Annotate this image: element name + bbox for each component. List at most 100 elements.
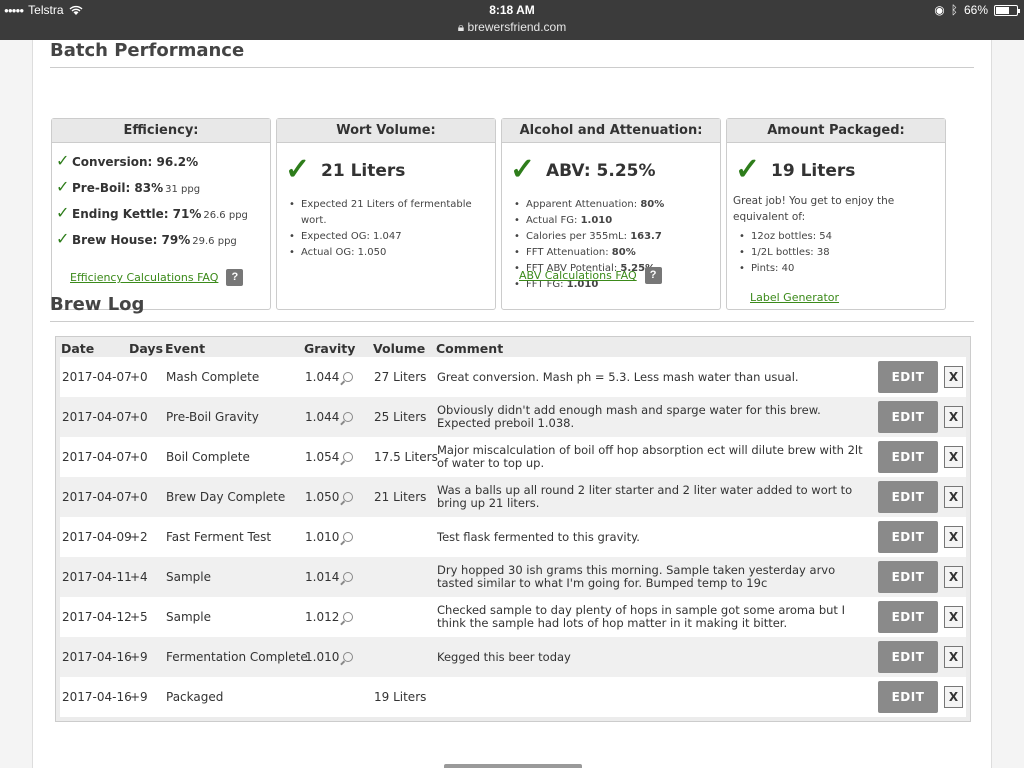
- delete-button[interactable]: X: [944, 686, 963, 708]
- edit-button[interactable]: EDIT: [878, 361, 938, 393]
- date-cell: 2017-04-07: [62, 370, 132, 384]
- help-icon[interactable]: ?: [226, 269, 244, 286]
- efficiency-header: Efficiency:: [52, 119, 270, 143]
- edit-button[interactable]: EDIT: [878, 481, 938, 513]
- gravity-cell: 1.012: [305, 597, 354, 637]
- delete-button[interactable]: X: [944, 366, 963, 388]
- abv-faq: ABV Calculations FAQ ?: [519, 267, 662, 284]
- delete-button[interactable]: X: [944, 606, 963, 628]
- list-item: Apparent Attenuation: 80%: [512, 197, 714, 213]
- edit-button[interactable]: EDIT: [878, 601, 938, 633]
- edit-button[interactable]: EDIT: [878, 521, 938, 553]
- item-label: Actual FG:: [526, 215, 581, 226]
- event-cell: Fermentation Complete: [166, 650, 308, 664]
- column-header-date: Date: [61, 341, 95, 356]
- list-item: Expected OG: 1.047: [287, 229, 489, 245]
- delete-button[interactable]: X: [944, 406, 963, 428]
- volume-cell: 21 Liters: [374, 490, 427, 504]
- delete-button[interactable]: X: [944, 646, 963, 668]
- search-icon[interactable]: [343, 492, 354, 502]
- list-item: FFT Attenuation: 80%: [512, 245, 714, 261]
- event-cell: Boil Complete: [166, 450, 250, 464]
- wort-volume-card: Wort Volume: ✓ 21 Liters Expected 21 Lit…: [276, 118, 496, 310]
- comment-cell: Test flask fermented to this gravity.: [437, 529, 640, 544]
- bluetooth-icon: ᛒ: [950, 3, 958, 17]
- event-cell: Sample: [166, 570, 211, 584]
- table-row: 2017-04-16 +9 Fermentation Complete 1.010 Ke…: [60, 637, 966, 677]
- table-row: 2017-04-07 +0 Brew Day Complete 1.050 21 Lit…: [60, 477, 966, 517]
- comment-cell: Checked sample to day plenty of hops in …: [437, 603, 845, 630]
- gravity-cell: 1.014: [305, 557, 354, 597]
- days-cell: +0: [130, 370, 148, 384]
- label-generator-link[interactable]: Label Generator: [750, 291, 839, 304]
- gravity-value: 1.044: [305, 370, 340, 384]
- gravity-cell: 1.050: [305, 477, 354, 517]
- days-cell: +9: [130, 650, 148, 664]
- days-cell: +0: [130, 490, 148, 504]
- edit-button[interactable]: EDIT: [878, 441, 938, 473]
- comment-cell: Dry hopped 30 ish grams this morning. Sa…: [437, 563, 836, 590]
- search-icon[interactable]: [343, 532, 354, 542]
- wort-volume-value: 21 Liters: [321, 161, 406, 181]
- url-text: brewersfriend.com: [467, 20, 567, 34]
- item-value: 1.010: [580, 215, 613, 226]
- days-cell: +2: [130, 530, 148, 544]
- efficiency-label: Brew House: 79%: [72, 233, 191, 247]
- alcohol-header: Alcohol and Attenuation:: [502, 119, 720, 143]
- delete-button[interactable]: X: [944, 526, 963, 548]
- packaged-header: Amount Packaged:: [727, 119, 945, 143]
- event-cell: Packaged: [166, 690, 224, 704]
- list-item: 1/2L bottles: 38: [737, 245, 939, 261]
- edit-button[interactable]: EDIT: [878, 681, 938, 713]
- search-icon[interactable]: [343, 412, 354, 422]
- comment-cell: Kegged this beer today: [437, 649, 571, 664]
- search-icon[interactable]: [343, 612, 354, 622]
- delete-button[interactable]: X: [944, 486, 963, 508]
- search-icon[interactable]: [343, 652, 354, 662]
- list-item: 12oz bottles: 54: [737, 229, 939, 245]
- column-header-comment: Comment: [436, 341, 504, 356]
- delete-button[interactable]: X: [944, 446, 963, 468]
- search-icon[interactable]: [343, 452, 354, 462]
- gravity-cell: 1.054: [305, 437, 354, 477]
- delete-button[interactable]: X: [944, 566, 963, 588]
- abv-faq-link[interactable]: ABV Calculations FAQ: [519, 269, 637, 282]
- column-header-gravity: Gravity: [304, 341, 356, 356]
- clock: 8:18 AM: [489, 3, 535, 17]
- gravity-value: 1.010: [305, 530, 340, 544]
- page-content: Batch Performance Efficiency: ✓ Conversio…: [32, 40, 992, 768]
- help-icon[interactable]: ?: [644, 267, 662, 284]
- event-cell: Sample: [166, 610, 211, 624]
- search-icon[interactable]: [343, 372, 354, 382]
- table-row: 2017-04-07 +0 Boil Complete 1.054 17.5 Liter…: [60, 437, 966, 477]
- status-bar: ●●●●● Telstra 8:18 AM 🔒︎ brewersfriend.c…: [0, 0, 1024, 40]
- efficiency-label: Ending Kettle: 71%: [72, 207, 202, 221]
- edit-button[interactable]: EDIT: [878, 561, 938, 593]
- packaged-message: Great job! You get to enjoy the equivale…: [733, 195, 895, 223]
- address-bar[interactable]: 🔒︎ brewersfriend.com: [0, 20, 1024, 35]
- event-cell: Pre-Boil Gravity: [166, 410, 259, 424]
- efficiency-faq-link[interactable]: Efficiency Calculations FAQ: [70, 271, 218, 284]
- check-icon: ✓: [56, 203, 70, 222]
- battery-fill: [996, 6, 1009, 14]
- comment-cell: Was a balls up all round 2 liter starter…: [437, 483, 853, 510]
- volume-cell: 25 Liters: [374, 410, 427, 424]
- table-row: 2017-04-09 +2 Fast Ferment Test 1.010 Test f…: [60, 517, 966, 557]
- section-divider: [50, 67, 974, 68]
- gravity-value: 1.050: [305, 490, 340, 504]
- item-value: 163.7: [630, 231, 662, 242]
- gravity-value: 1.012: [305, 610, 340, 624]
- bottom-button[interactable]: [444, 764, 582, 768]
- efficiency-row: ✓ Brew House: 79% 29.6 ppg: [56, 229, 237, 248]
- days-cell: +0: [130, 450, 148, 464]
- table-row: 2017-04-12 +5 Sample 1.012 Checked sample to…: [60, 597, 966, 637]
- edit-button[interactable]: EDIT: [878, 401, 938, 433]
- days-cell: +4: [130, 570, 148, 584]
- volume-cell: 17.5 Liters: [374, 450, 438, 464]
- efficiency-sub: 29.6 ppg: [192, 236, 237, 247]
- efficiency-sub: 31 ppg: [165, 184, 201, 195]
- date-cell: 2017-04-12: [62, 610, 132, 624]
- edit-button[interactable]: EDIT: [878, 641, 938, 673]
- gravity-value: 1.010: [305, 650, 340, 664]
- search-icon[interactable]: [343, 572, 354, 582]
